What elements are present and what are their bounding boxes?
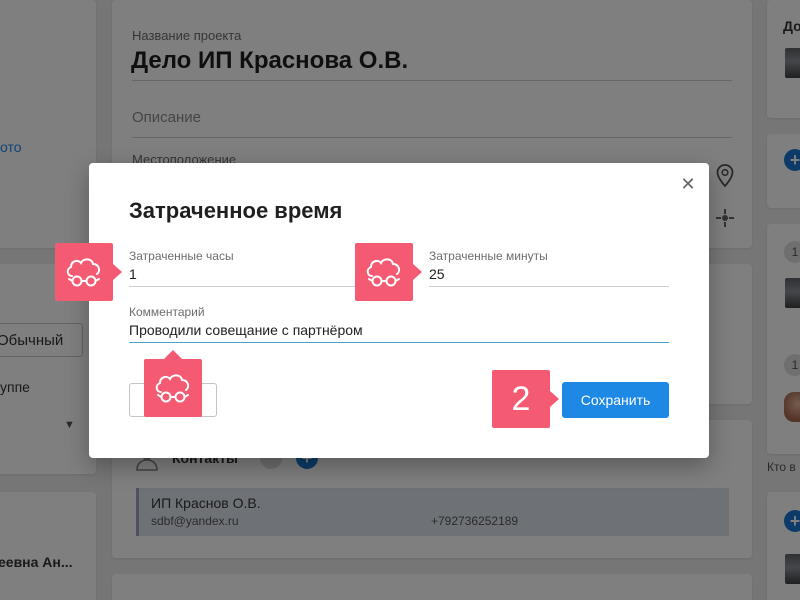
minutes-input[interactable] bbox=[429, 266, 669, 287]
step-number: 2 bbox=[511, 379, 531, 418]
close-icon[interactable]: ✕ bbox=[679, 175, 697, 193]
step-marker: 2 bbox=[492, 370, 559, 428]
save-button[interactable]: Сохранить bbox=[562, 382, 669, 418]
hours-input[interactable] bbox=[129, 266, 369, 287]
annotation-marker-hours bbox=[55, 243, 122, 301]
cloud-glasses-icon bbox=[66, 258, 101, 287]
cloud-glasses-icon bbox=[366, 258, 401, 287]
dialog-title: Затраченное время bbox=[129, 198, 343, 223]
minutes-label: Затраченные минуты bbox=[429, 249, 548, 263]
comment-input[interactable] bbox=[129, 322, 669, 343]
annotation-marker-cancel bbox=[144, 350, 202, 417]
comment-label: Комментарий bbox=[129, 305, 205, 319]
hours-label: Затраченные часы bbox=[129, 249, 234, 263]
annotation-marker-minutes bbox=[355, 243, 422, 301]
cloud-glasses-icon bbox=[155, 374, 190, 403]
